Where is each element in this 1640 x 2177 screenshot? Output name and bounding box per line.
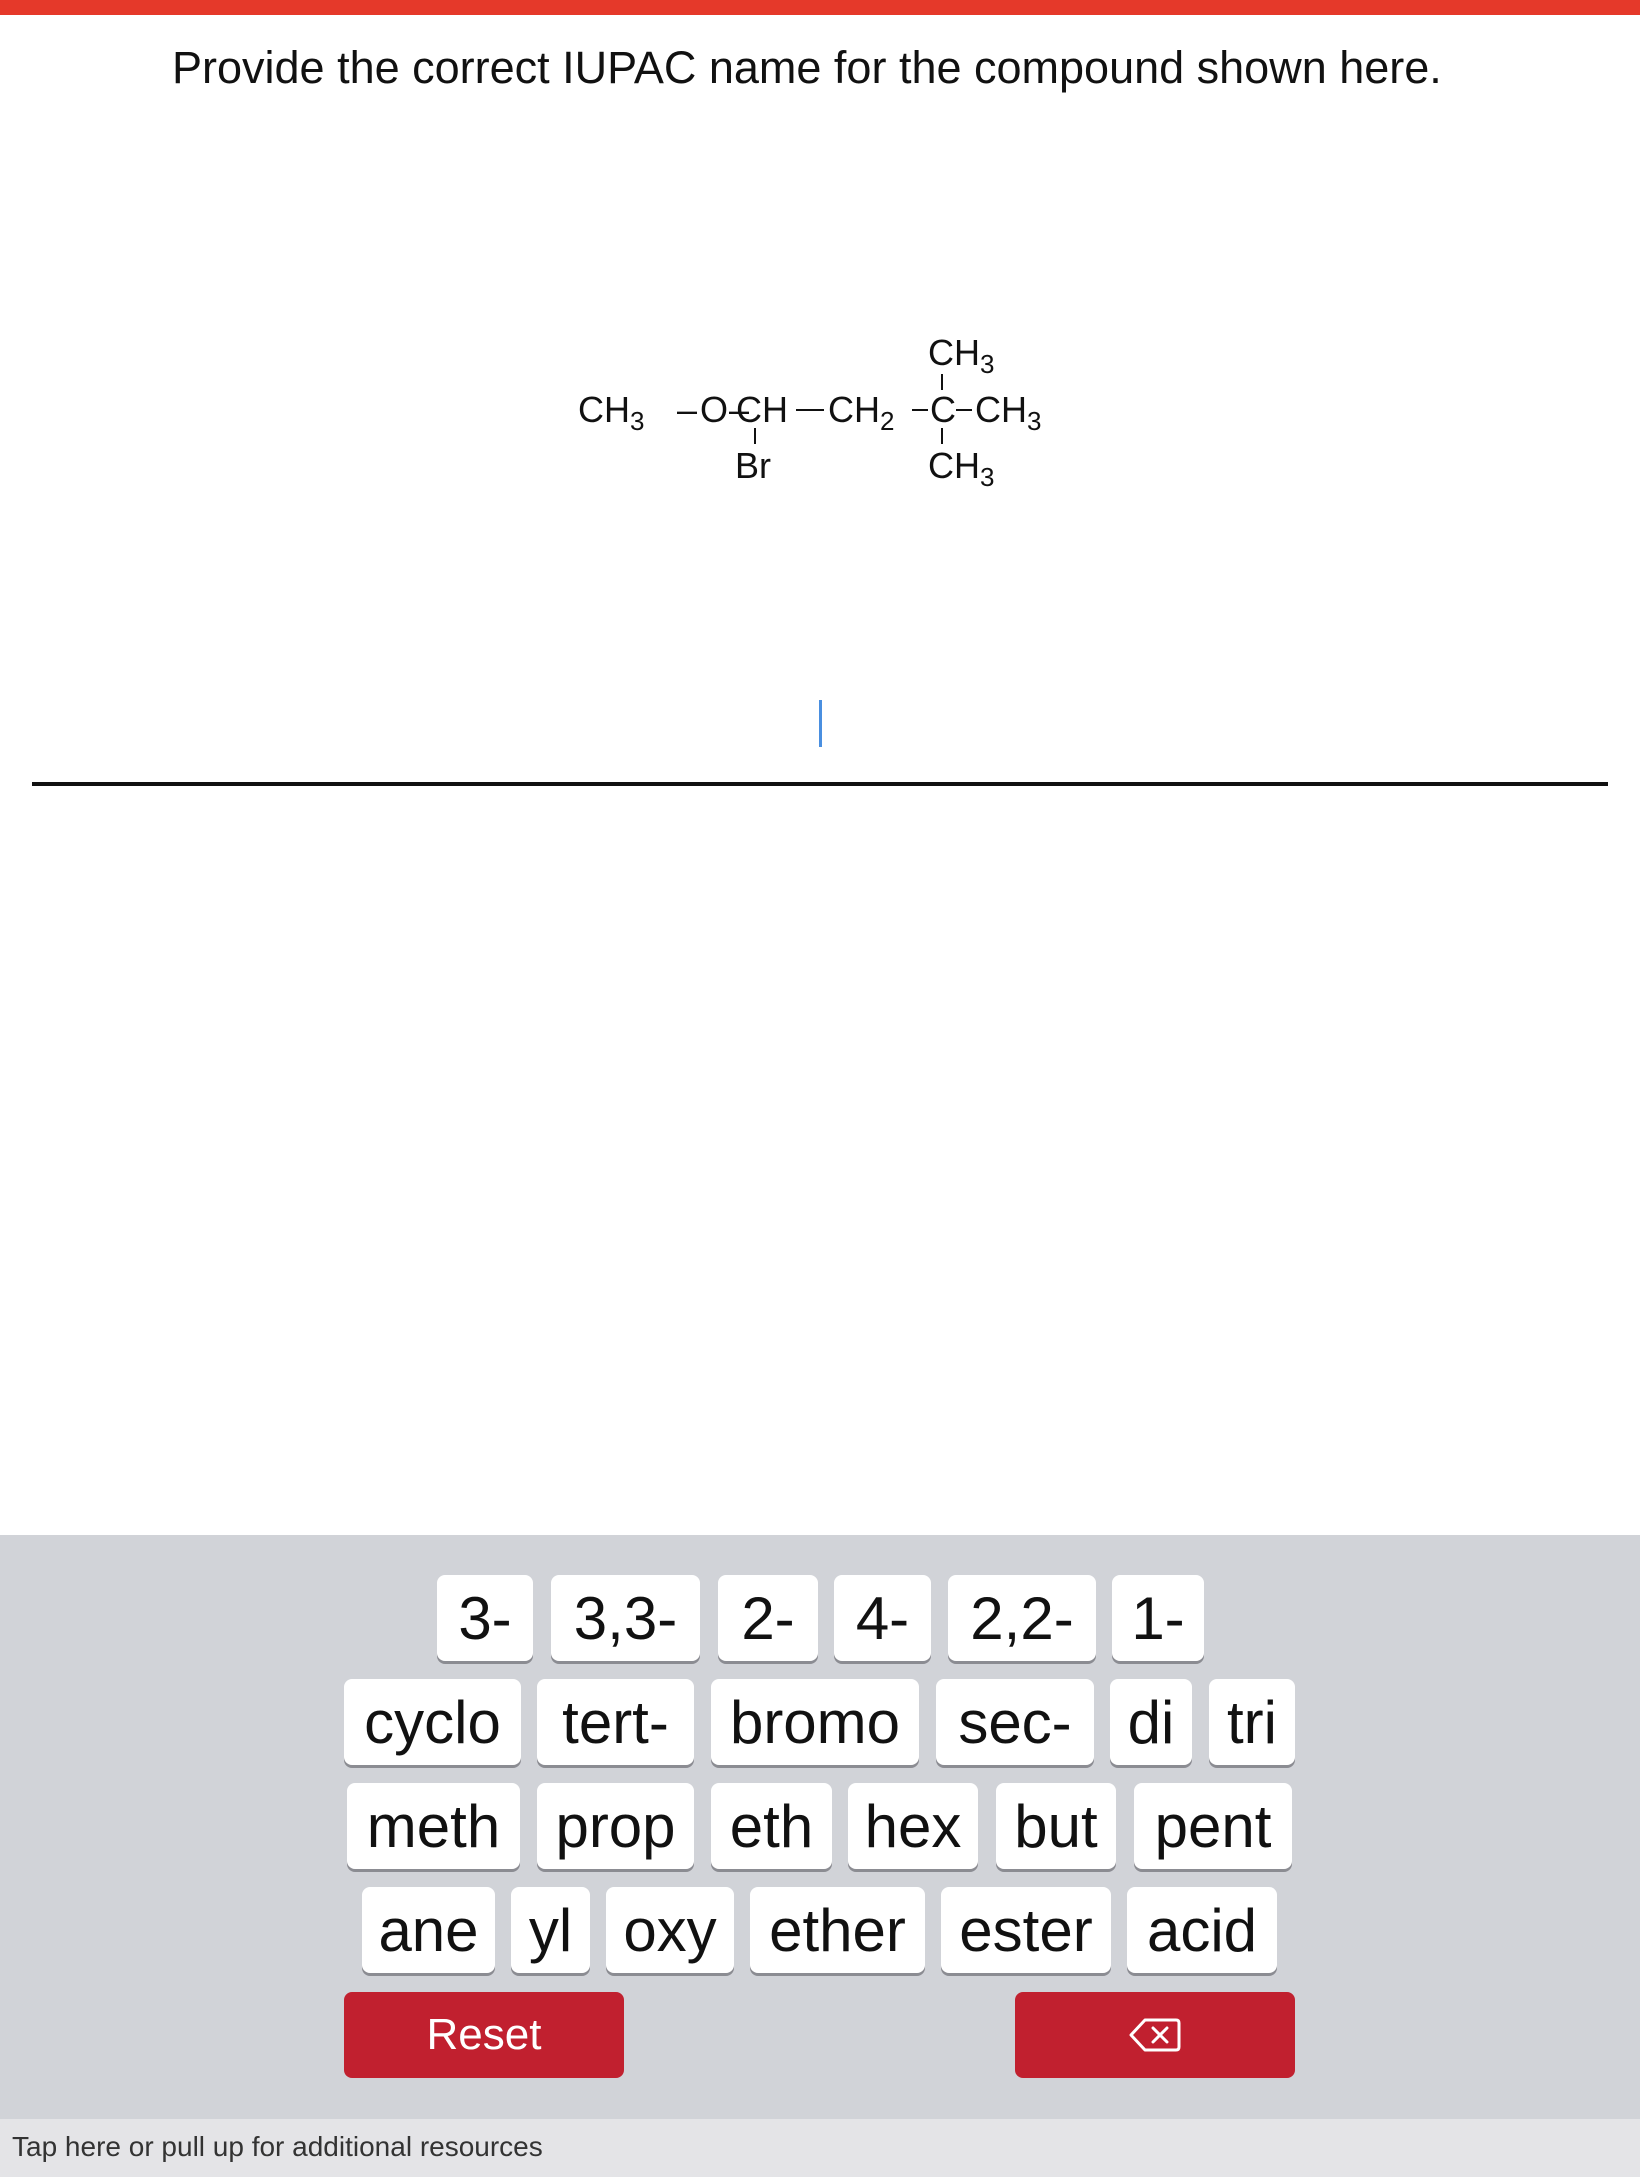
key-yl[interactable]: yl [511, 1887, 590, 1973]
question-text: Provide the correct IUPAC name for the c… [172, 42, 1442, 93]
key-ane[interactable]: ane [362, 1887, 495, 1973]
top-accent-bar [0, 0, 1640, 15]
key-pent[interactable]: pent [1134, 1783, 1292, 1869]
key-acid[interactable]: acid [1127, 1887, 1277, 1973]
key-oxy[interactable]: oxy [606, 1887, 734, 1973]
backspace-button[interactable] [1015, 1992, 1295, 2078]
key-tri[interactable]: tri [1209, 1679, 1295, 1765]
key-di[interactable]: di [1110, 1679, 1192, 1765]
key-2-2-prefix[interactable]: 2,2- [948, 1575, 1096, 1661]
resources-bar[interactable]: Tap here or pull up for additional resou… [0, 2119, 1640, 2177]
chain-ch3-right: CH3 [975, 389, 1041, 436]
key-1-prefix[interactable]: 1- [1112, 1575, 1204, 1661]
resources-text: Tap here or pull up for additional resou… [12, 2131, 543, 2162]
key-eth[interactable]: eth [711, 1783, 832, 1869]
chain-oxygen: O [700, 389, 728, 430]
key-2-prefix[interactable]: 2- [718, 1575, 818, 1661]
substituent-top-text: CH3 [928, 332, 994, 379]
main-chain: CH3 [578, 389, 644, 436]
substituent-bottom: CH3 [928, 445, 994, 490]
chemical-structure: CH3 CH3 – O – CH CH2 C CH3 Br CH3 [560, 320, 1100, 490]
fragment-keyboard: 3- 3,3- 2- 4- 2,2- 1- cyclo tert- bromo … [0, 1535, 1640, 2119]
key-3-prefix[interactable]: 3- [437, 1575, 533, 1661]
substituent-top: CH3 [928, 332, 994, 379]
key-sec[interactable]: sec- [936, 1679, 1094, 1765]
key-tert[interactable]: tert- [537, 1679, 694, 1765]
reset-button[interactable]: Reset [344, 1992, 624, 2078]
chain-quaternary-c: C [930, 389, 956, 430]
substituent-br: Br [735, 445, 771, 486]
answer-cursor [819, 700, 822, 747]
chain-ch: CH [736, 389, 788, 430]
key-ether[interactable]: ether [750, 1887, 925, 1973]
chain-ch3-left: CH3 [578, 389, 644, 436]
key-bromo[interactable]: bromo [711, 1679, 919, 1765]
key-3-3-prefix[interactable]: 3,3- [551, 1575, 700, 1661]
structure-drawing: CH3 CH3 – O – CH CH2 C CH3 Br CH3 [578, 332, 1041, 490]
answer-input-line[interactable] [32, 782, 1608, 786]
key-meth[interactable]: meth [347, 1783, 520, 1869]
backspace-icon [1129, 2017, 1181, 2053]
key-ester[interactable]: ester [941, 1887, 1111, 1973]
key-4-prefix[interactable]: 4- [834, 1575, 931, 1661]
key-but[interactable]: but [996, 1783, 1116, 1869]
key-cyclo[interactable]: cyclo [344, 1679, 521, 1765]
key-prop[interactable]: prop [537, 1783, 694, 1869]
chain-ch2: CH2 [828, 389, 894, 436]
bond-1: – [677, 389, 697, 430]
key-hex[interactable]: hex [848, 1783, 978, 1869]
